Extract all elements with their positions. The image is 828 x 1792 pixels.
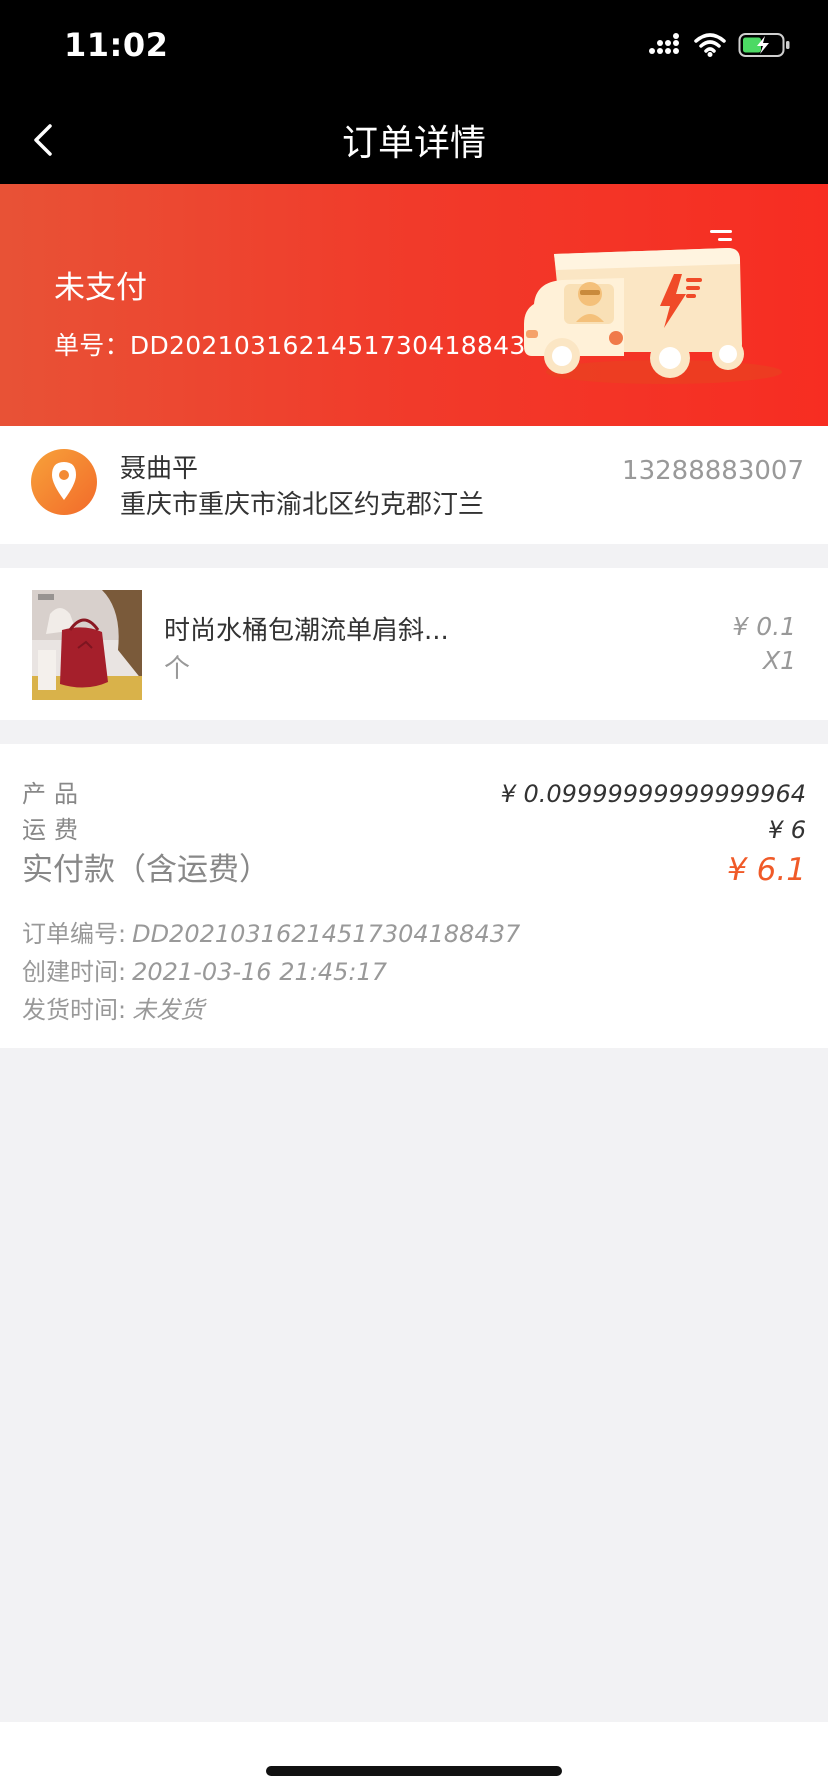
delivery-truck-illustration (524, 230, 782, 384)
recipient-phone: 13288883007 (622, 456, 804, 486)
shipped-time-row: 发货时间: 未发货 (22, 990, 204, 1025)
shipping-fee-value: ¥ 6 (767, 816, 806, 844)
order-number-row: 订单编号: DD20210316214517304188437 (22, 914, 520, 949)
total-paid-value: ¥ 6.1 (727, 852, 806, 888)
product-subtotal-label: 产品 (22, 780, 86, 808)
product-item[interactable]: 时尚水桶包潮流单肩斜... 个 ¥ 0.1 X1 (0, 568, 828, 720)
shipping-address-card[interactable]: 聂曲平 重庆市重庆市渝北区约克郡汀兰 13288883007 (0, 426, 828, 544)
product-thumbnail (32, 590, 142, 700)
created-time-row: 创建时间: 2021-03-16 21:45:17 (22, 952, 387, 987)
shipping-fee-label: 运费 (22, 816, 86, 844)
wifi-icon (694, 33, 726, 57)
payment-status: 未支付 (54, 270, 147, 306)
home-indicator[interactable] (266, 1766, 562, 1776)
recipient-address: 重庆市重庆市渝北区约克郡汀兰 (120, 490, 485, 520)
shipped-time-label: 发货时间: (22, 996, 127, 1024)
page-title: 订单详情 (341, 123, 486, 164)
battery-icon (738, 33, 790, 57)
product-subtotal-row: 产品 ¥ 0.09999999999999964 (22, 774, 806, 809)
total-paid-row: 实付款（含运费） ¥ 6.1 (22, 844, 806, 889)
top-bar: 11:02 订单详情 (0, 0, 828, 184)
created-time-value: 2021-03-16 21:45:17 (132, 958, 387, 986)
status-time: 11:02 (64, 26, 169, 64)
shipped-time-value: 未发货 (132, 996, 205, 1024)
order-status-banner: 未支付 单号：DD20210316214517304188437 (0, 184, 828, 426)
status-icons (648, 32, 792, 58)
location-pin-icon (31, 449, 97, 515)
order-number-value[interactable]: DD20210316214517304188437 (132, 920, 520, 948)
product-quantity: X1 (762, 646, 796, 675)
total-paid-label: 实付款（含运费） (22, 852, 270, 888)
shipping-fee-row: 运费 ¥ 6 (22, 810, 806, 845)
product-subtotal-value: ¥ 0.09999999999999964 (500, 780, 806, 808)
order-summary: 产品 ¥ 0.09999999999999964 运费 ¥ 6 实付款（含运费）… (0, 744, 828, 1048)
home-indicator-area (0, 1722, 828, 1792)
recipient-name: 聂曲平 (120, 454, 199, 484)
product-unit: 个 (164, 654, 191, 684)
product-price: ¥ 0.1 (732, 612, 796, 641)
created-time-label: 创建时间: (22, 958, 127, 986)
banner-order-number: 单号：DD20210316214517304188437 (54, 331, 542, 360)
order-number-label: 订单编号: (22, 920, 127, 948)
signal-icon (649, 33, 679, 54)
product-name: 时尚水桶包潮流单肩斜... (164, 616, 449, 646)
